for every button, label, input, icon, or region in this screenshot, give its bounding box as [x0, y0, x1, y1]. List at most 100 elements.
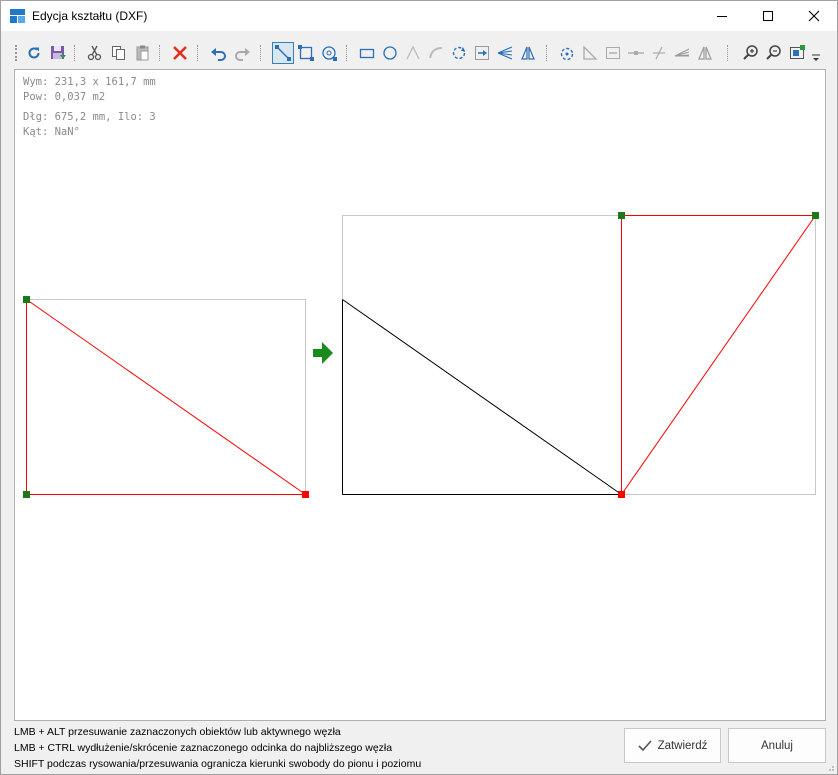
- hint-alt: LMB + ALT przesuwanie zaznaczonych obiek…: [14, 726, 341, 738]
- select-circle-button[interactable]: [318, 42, 340, 64]
- paste-icon: [136, 45, 149, 61]
- node-bottom-right-active[interactable]: [302, 491, 309, 498]
- close-icon: [808, 10, 820, 22]
- toolbar: [1, 39, 837, 67]
- trim-button[interactable]: [648, 42, 670, 64]
- node-right-top-right[interactable]: [812, 212, 819, 219]
- paste-button[interactable]: [132, 42, 154, 64]
- dxf-editor-window: Edycja kształtu (DXF) Wym: 231,3 x 161,7…: [0, 0, 838, 775]
- draw-line-icon: [406, 45, 420, 60]
- zoom-out-icon: [766, 45, 781, 60]
- select-rect-icon: [298, 45, 314, 61]
- confirm-label: Zatwierdź: [657, 739, 708, 752]
- cut-icon: [87, 45, 102, 61]
- cancel-label: Anuluj: [761, 739, 793, 752]
- maximize-icon: [763, 11, 773, 21]
- zoom-out-button[interactable]: [763, 42, 785, 64]
- refresh-button[interactable]: [23, 42, 45, 64]
- corner-button[interactable]: [579, 42, 601, 64]
- copy-icon: [112, 46, 125, 60]
- save-icon: [51, 46, 66, 59]
- refresh-icon: [28, 47, 40, 59]
- node-top-left[interactable]: [23, 296, 30, 303]
- overflow-icon: [812, 54, 820, 61]
- split-icon: [628, 51, 644, 55]
- right-red-diagonal[interactable]: [621, 215, 816, 495]
- draw-line-button[interactable]: [402, 42, 424, 64]
- draw-rectangle-icon: [359, 48, 375, 59]
- node-bottom-left[interactable]: [23, 491, 30, 498]
- fit-view-icon: [790, 45, 805, 59]
- mirror-icon: [521, 46, 535, 60]
- toolbar-overflow-button[interactable]: [809, 51, 823, 63]
- minimize-button[interactable]: [699, 1, 745, 31]
- mirror-shape-button[interactable]: [694, 42, 716, 64]
- drawing-canvas[interactable]: Wym: 231,3 x 161,7 mm Pow: 0,037 m2 Dłg:…: [14, 69, 826, 721]
- node-right-top-left[interactable]: [618, 212, 625, 219]
- left-diagonal-segment[interactable]: [26, 299, 306, 495]
- app-icon: [10, 9, 25, 23]
- rotate-icon: [452, 46, 466, 60]
- save-button[interactable]: [47, 42, 69, 64]
- resize-grip-icon[interactable]: [825, 762, 835, 772]
- transform-arrow-icon: [313, 342, 333, 364]
- delete-button[interactable]: [169, 42, 191, 64]
- shape-drawing: [23, 212, 819, 498]
- title-bar: Edycja kształtu (DXF): [1, 1, 837, 31]
- right-black-diagonal[interactable]: [342, 299, 622, 495]
- close-window-button[interactable]: [791, 1, 837, 31]
- toolbar-separator: [197, 45, 198, 61]
- mirror-button[interactable]: [517, 42, 539, 64]
- draw-rectangle-button[interactable]: [356, 42, 378, 64]
- draw-circle-icon: [383, 46, 397, 60]
- toolbar-grip[interactable]: [15, 45, 17, 61]
- extend-icon: [606, 47, 620, 59]
- rotate-button[interactable]: [448, 42, 470, 64]
- delete-icon: [173, 46, 187, 60]
- corner-icon: [583, 45, 598, 60]
- trim-icon: [653, 46, 665, 60]
- zoom-in-icon: [743, 45, 758, 60]
- minimize-icon: [717, 16, 727, 17]
- select-circle-icon: [322, 46, 337, 61]
- check-icon: [637, 739, 652, 751]
- mirror-shape-icon: [698, 46, 712, 60]
- extend-button[interactable]: [602, 42, 624, 64]
- fit-view-button[interactable]: [786, 42, 808, 64]
- copy-button[interactable]: [108, 42, 130, 64]
- toolbar-separator: [260, 45, 261, 61]
- zoom-in-button[interactable]: [740, 42, 762, 64]
- toolbar-separator: [159, 45, 160, 61]
- draw-arc-button[interactable]: [425, 42, 447, 64]
- maximize-button[interactable]: [745, 1, 791, 31]
- array-button[interactable]: [671, 42, 693, 64]
- split-button[interactable]: [625, 42, 647, 64]
- select-segment-button[interactable]: [272, 42, 294, 64]
- align-icon: [475, 46, 489, 60]
- select-segment-icon: [275, 45, 291, 61]
- hint-shift: SHIFT podczas rysowania/przesuwania ogra…: [14, 758, 422, 770]
- confirm-button[interactable]: Zatwierdź: [624, 728, 721, 763]
- right-bounding-box: [342, 215, 816, 495]
- rotate-shape-button[interactable]: [556, 42, 578, 64]
- select-rect-button[interactable]: [295, 42, 317, 64]
- toolbar-separator: [74, 45, 75, 61]
- draw-arc-icon: [429, 47, 443, 59]
- toolbar-separator: [727, 45, 728, 61]
- node-right-bottom-active[interactable]: [618, 491, 625, 498]
- redo-icon: [235, 48, 250, 61]
- align-button[interactable]: [471, 42, 493, 64]
- fan-icon: [497, 46, 513, 60]
- rotate-shape-icon: [560, 47, 574, 61]
- window-title: Edycja kształtu (DXF): [32, 9, 148, 23]
- cut-button[interactable]: [84, 42, 106, 64]
- toolbar-separator: [546, 45, 547, 61]
- redo-button[interactable]: [231, 42, 253, 64]
- hint-ctrl: LMB + CTRL wydłużenie/skrócenie zaznaczo…: [14, 742, 393, 754]
- toolbar-separator: [346, 45, 347, 61]
- undo-icon: [211, 48, 226, 61]
- cancel-button[interactable]: Anuluj: [728, 728, 826, 763]
- fan-button[interactable]: [494, 42, 516, 64]
- draw-circle-button[interactable]: [379, 42, 401, 64]
- undo-button[interactable]: [208, 42, 230, 64]
